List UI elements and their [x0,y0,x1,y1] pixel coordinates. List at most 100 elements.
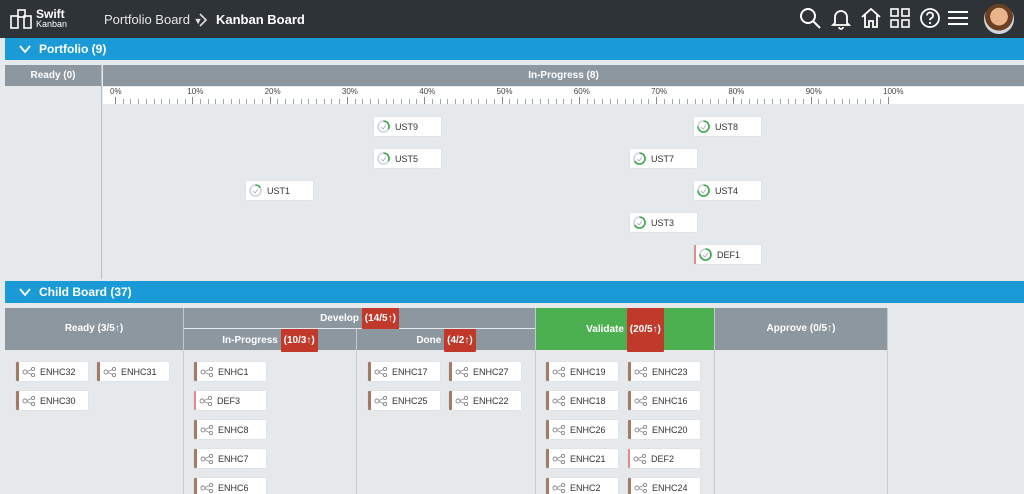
child-card[interactable]: ENHC32 [16,362,88,381]
portfolio-card[interactable]: UST7 [630,149,697,168]
develop-lane-header: Develop (14/5↑) [184,308,535,330]
portfolio-board-label: Portfolio Board [104,12,190,27]
ruler-tick [516,99,518,104]
child-card[interactable]: ENHC20 [628,420,700,439]
ruler-tick [408,99,410,104]
ruler-tick [617,99,619,104]
ruler-tick [377,99,379,104]
card-id: UST3 [651,217,675,228]
help-icon[interactable] [918,6,942,30]
user-avatar[interactable] [984,4,1014,34]
portfolio-card[interactable]: UST3 [630,213,697,232]
ruler-label: 0% [110,87,122,96]
progress-ring-icon [633,152,646,165]
grid-icon[interactable] [888,6,912,30]
ruler-tick [207,99,209,104]
lane-divider [535,308,536,494]
child-card[interactable]: ENHC27 [449,362,521,381]
ruler-tick [772,99,774,104]
child-card[interactable]: ENHC22 [449,391,521,410]
ruler-tick [339,99,341,104]
child-card[interactable]: ENHC19 [546,362,618,381]
child-ready-lane-header: Ready (3/5↑) [5,308,183,350]
portfolio-card[interactable]: UST9 [374,117,441,136]
linked-cards-icon [634,366,648,377]
linked-cards-icon [455,366,469,377]
validate-label: Validate [586,324,624,335]
ruler-label: 50% [496,87,513,96]
progress-ring-icon [249,184,262,197]
child-card[interactable]: ENHC21 [546,449,618,468]
card-id: ENHC17 [392,366,428,377]
logo-line2: Kanban [36,19,68,29]
ruler-tick [632,99,634,104]
ruler-tick [563,99,565,104]
ruler-tick [230,99,232,104]
ruler-tick [540,99,542,104]
portfolio-card[interactable]: UST8 [694,117,761,136]
child-card[interactable]: ENHC31 [97,362,169,381]
home-icon[interactable] [859,6,883,30]
ruler-label: 70% [651,87,668,96]
child-card[interactable]: ENHC24 [628,478,700,494]
ruler-tick [331,99,333,104]
search-icon[interactable] [798,6,822,30]
child-card[interactable]: ENHC1 [194,362,266,381]
linked-cards-icon [552,395,566,406]
ruler-label: 30% [341,87,358,96]
card-id: ENHC31 [121,366,157,377]
linked-cards-icon [633,453,647,464]
ruler-tick [625,99,627,104]
child-card[interactable]: ENHC18 [546,391,618,410]
child-card[interactable]: ENHC6 [194,478,266,494]
portfolio-section-header[interactable]: Portfolio (9) [5,38,1024,60]
ruler-tick [246,99,248,104]
portfolio-board-dropdown[interactable]: Portfolio Board ▼ [104,12,203,27]
portfolio-card[interactable]: DEF1 [694,245,761,264]
child-card[interactable]: ENHC23 [628,362,700,381]
child-card[interactable]: ENHC16 [628,391,700,410]
ruler-tick [586,99,588,104]
ruler-tick [269,97,271,104]
card-id: ENHC30 [40,395,76,406]
child-board-section-header[interactable]: Child Board (37) [5,281,1024,303]
child-card[interactable]: ENHC17 [368,362,440,381]
ruler-tick [741,99,743,104]
child-card[interactable]: ENHC2 [546,478,618,494]
ruler-tick [509,99,511,104]
ruler-tick [261,99,263,104]
ruler-tick [663,99,665,104]
child-card[interactable]: ENHC25 [368,391,440,410]
ruler-label: 100% [883,87,904,96]
child-card[interactable]: ENHC26 [546,420,618,439]
portfolio-card[interactable]: UST5 [374,149,441,168]
logo-icon [10,9,32,29]
validate-lane-header: Validate (20/5↑) [536,308,714,352]
ruler-tick [571,99,573,104]
ruler-tick [880,99,882,104]
ruler-tick [122,99,124,104]
ruler-tick [323,99,325,104]
portfolio-card[interactable]: UST4 [694,181,761,200]
ruler-tick [578,97,580,104]
inprogress-wip-badge: (10/3↑) [280,329,318,352]
card-id: ENHC6 [218,482,249,493]
portfolio-card[interactable]: UST1 [246,181,313,200]
child-card[interactable]: DEF2 [628,449,700,468]
linked-cards-icon [200,482,214,493]
child-card[interactable]: ENHC30 [16,391,88,410]
child-card[interactable]: ENHC8 [194,420,266,439]
ruler-tick [717,99,719,104]
ruler-tick [215,99,217,104]
bell-icon[interactable] [829,6,853,30]
card-id: ENHC2 [570,482,601,493]
ruler-tick [393,99,395,104]
ruler-tick [524,99,526,104]
menu-icon[interactable] [946,6,970,30]
child-card[interactable]: DEF3 [194,391,266,410]
card-id: UST4 [715,185,739,196]
swift-kanban-logo[interactable]: Swift Kanban [10,7,67,31]
linked-cards-icon [374,395,388,406]
card-id: UST5 [395,153,419,164]
child-card[interactable]: ENHC7 [194,449,266,468]
